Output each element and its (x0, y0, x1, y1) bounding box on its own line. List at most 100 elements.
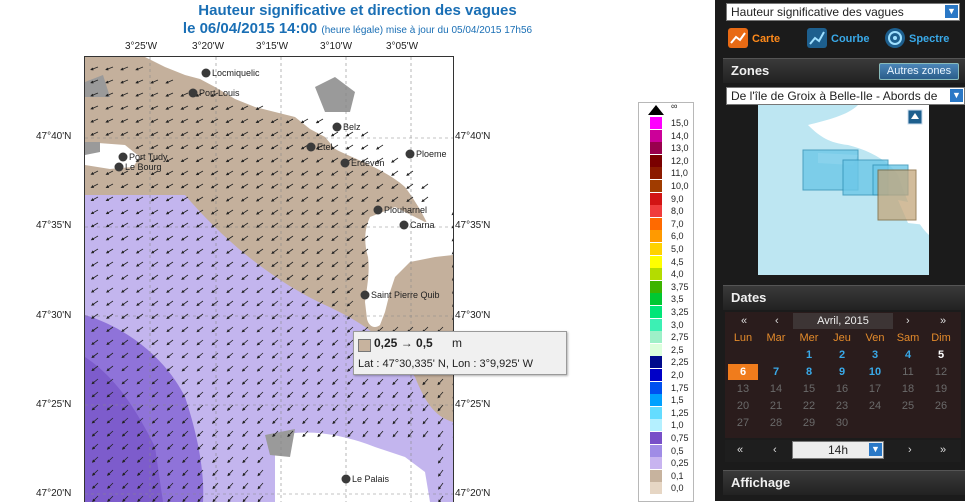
cal-day[interactable]: 29 (794, 415, 824, 431)
cal-day[interactable]: 19 (926, 381, 956, 397)
cal-day[interactable]: 11 (893, 364, 923, 380)
legend-label: 1,25 (671, 407, 689, 418)
town-marker[interactable] (360, 290, 370, 300)
legend-label: 6,0 (671, 231, 684, 242)
legend-swatch (650, 356, 662, 369)
legend-swatch (650, 331, 662, 344)
cal-day[interactable]: 15 (794, 381, 824, 397)
chevron-down-icon[interactable]: ▼ (945, 5, 958, 18)
cal-day[interactable]: 18 (893, 381, 923, 397)
cal-day[interactable]: 1 (794, 347, 824, 363)
hour-selector: « ‹ 14h ▼ › » (725, 440, 961, 462)
cal-weekday: Dim (931, 332, 951, 344)
hour-prev[interactable]: ‹ (773, 444, 777, 456)
cal-weekday: Jeu (833, 332, 851, 344)
legend-swatch (650, 205, 662, 218)
cal-day[interactable]: 4 (893, 347, 923, 363)
cal-day[interactable]: 2 (827, 347, 857, 363)
cal-weekday: Mar (766, 332, 786, 344)
cal-weekday: Lun (733, 332, 753, 344)
lat-tick-left: 47°20'N (36, 488, 72, 499)
town-marker[interactable] (405, 149, 415, 159)
legend-swatch (650, 180, 662, 193)
chevron-down-icon[interactable]: ▼ (950, 89, 963, 102)
town-marker[interactable] (118, 152, 128, 162)
cal-day[interactable]: 23 (827, 398, 857, 414)
cal-day[interactable]: 16 (827, 381, 857, 397)
legend-swatch (650, 117, 662, 130)
legend-label: 1,75 (671, 382, 689, 393)
legend-label: 1,0 (671, 420, 684, 431)
cal-day[interactable]: 24 (860, 398, 890, 414)
cal-day[interactable]: 10 (860, 364, 890, 380)
chart-date: le 06/04/2015 14:00 (heure légale) mise … (0, 20, 715, 37)
cal-prev-month[interactable]: ‹ (775, 315, 779, 327)
town-marker[interactable] (399, 220, 409, 230)
cal-next-month[interactable]: › (906, 315, 910, 327)
town-marker[interactable] (373, 205, 383, 215)
legend-label: 9,0 (671, 193, 684, 204)
zone-select[interactable]: De l'île de Groix à Belle-Ile - Abords d… (726, 87, 965, 105)
cal-day[interactable]: 17 (860, 381, 890, 397)
tooltip-range: 0,25 → 0,5 (374, 336, 433, 350)
legend-label: 8,0 (671, 206, 684, 217)
hour-select[interactable]: 14h ▼ (792, 441, 884, 459)
cal-prev-year[interactable]: « (741, 315, 747, 327)
cal-day[interactable]: 30 (827, 415, 857, 431)
legend-label: 2,5 (671, 344, 684, 355)
cal-month: Avril, 2015 (793, 313, 893, 329)
parameter-select[interactable]: Hauteur significative des vagues ▼ (726, 3, 960, 21)
hour-prev2[interactable]: « (737, 444, 743, 456)
cal-day[interactable]: 8 (794, 364, 824, 380)
cal-day[interactable]: 27 (728, 415, 758, 431)
legend-swatch (650, 129, 662, 142)
town-marker[interactable] (341, 474, 351, 484)
legend-swatch (650, 192, 662, 205)
town-marker[interactable] (340, 158, 350, 168)
legend-label: 14,0 (671, 130, 689, 141)
town-label: Le Bourg (125, 162, 162, 172)
town-marker[interactable] (332, 122, 342, 132)
cal-next-year[interactable]: » (940, 315, 946, 327)
chart-title: Hauteur significative et direction des v… (198, 2, 517, 19)
cal-day[interactable]: 14 (761, 381, 791, 397)
town-marker[interactable] (201, 68, 211, 78)
town-marker[interactable] (114, 162, 124, 172)
cal-day[interactable]: 28 (761, 415, 791, 431)
cal-day[interactable]: 3 (860, 347, 890, 363)
cal-day[interactable]: 6 (728, 364, 758, 380)
cal-day[interactable]: 25 (893, 398, 923, 414)
legend-swatch (650, 243, 662, 256)
hour-next2[interactable]: » (940, 444, 946, 456)
map-tooltip: 0,25 → 0,5 m Lat : 47°30,335' N, Lon : 3… (353, 331, 567, 375)
town-marker[interactable] (188, 88, 198, 98)
spectrum-icon (885, 28, 905, 48)
wave-map[interactable]: Locmiquelic Port Louis Belz Etel Port Tudy Le… (84, 56, 454, 502)
lat-tick-right: 47°40'N (455, 131, 491, 142)
other-zones-button[interactable]: Autres zones (879, 63, 959, 80)
legend-label: 3,0 (671, 319, 684, 330)
legend-swatch (650, 457, 662, 470)
map-canvas[interactable]: LocmiquelicPort LouisBelzEtelPort TudyLe… (85, 57, 453, 502)
legend-label: 10,0 (671, 181, 689, 191)
legend-label: 15,0 (671, 118, 689, 128)
zone-minimap[interactable] (758, 105, 929, 275)
chevron-down-icon[interactable]: ▼ (869, 443, 882, 456)
cal-day[interactable]: 9 (827, 364, 857, 380)
legend-swatch (650, 406, 662, 419)
dates-title: Dates (731, 290, 767, 305)
tooltip-unit: m (452, 336, 462, 350)
cal-day[interactable]: 13 (728, 381, 758, 397)
cal-day[interactable]: 5 (926, 347, 956, 363)
cal-day[interactable]: 26 (926, 398, 956, 414)
view-label: Spectre (909, 33, 950, 45)
cal-day[interactable]: 12 (926, 364, 956, 380)
hour-next[interactable]: › (908, 444, 912, 456)
town-marker[interactable] (306, 142, 316, 152)
cal-day[interactable]: 7 (761, 364, 791, 380)
date-main: le 06/04/2015 14:00 (182, 20, 318, 37)
cal-day[interactable]: 22 (794, 398, 824, 414)
view-label: Carte (752, 33, 781, 45)
cal-day[interactable]: 20 (728, 398, 758, 414)
cal-day[interactable]: 21 (761, 398, 791, 414)
